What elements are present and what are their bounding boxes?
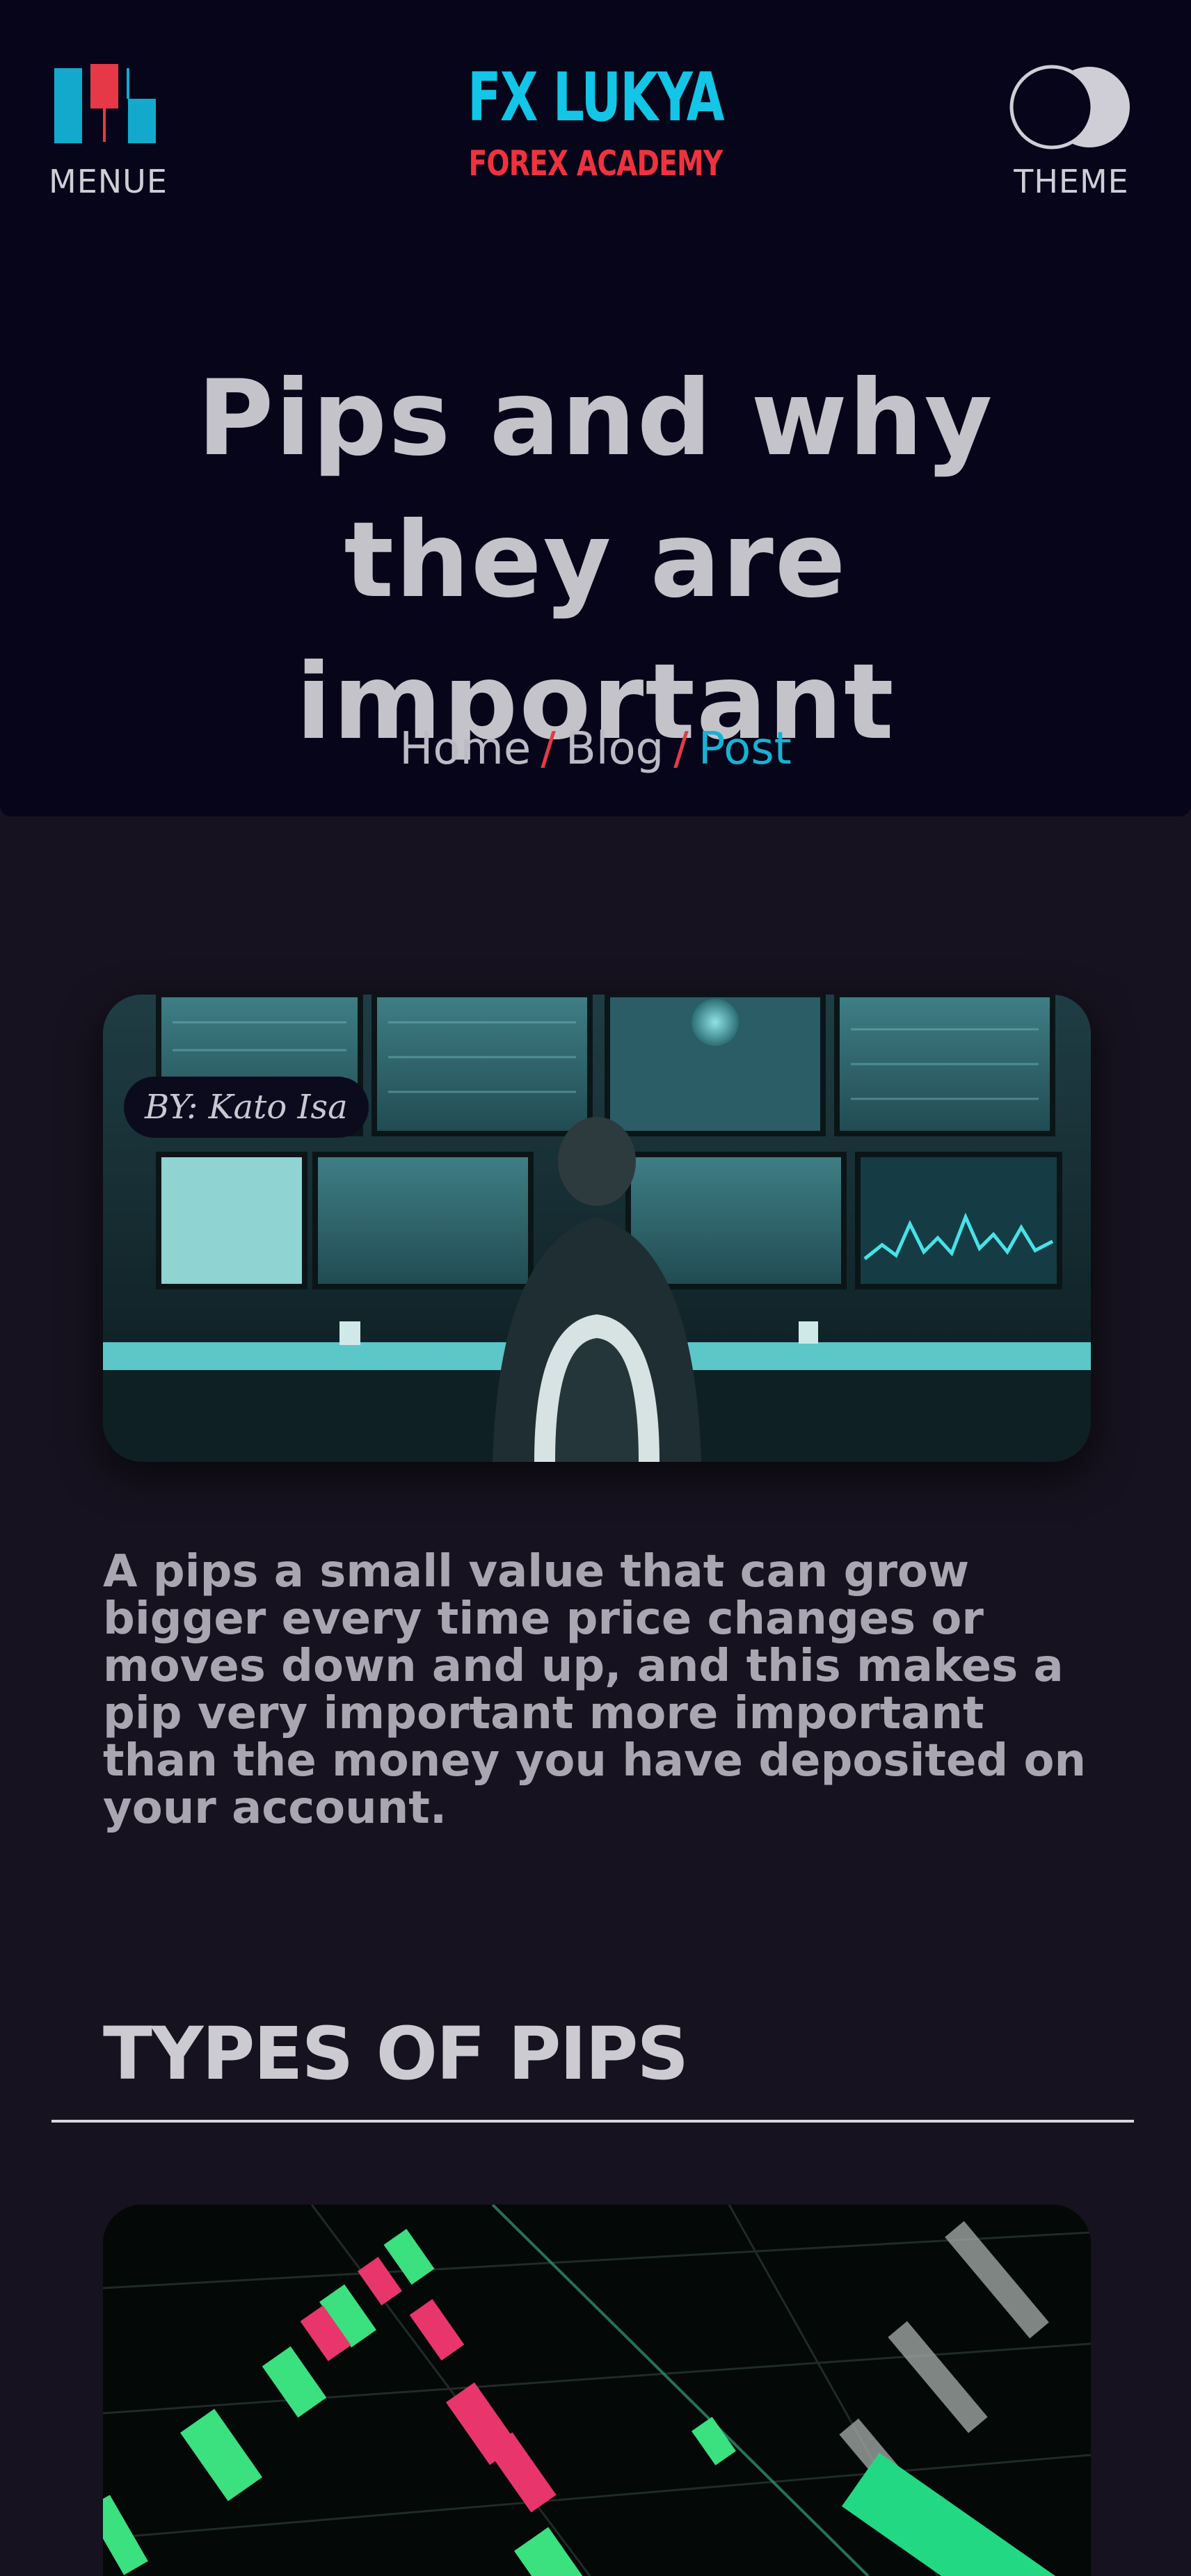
section-divider [51, 2120, 1134, 2123]
hero-header: MENUE FX LUKYA FOREX ACADEMY THEME Pips … [0, 0, 1191, 816]
breadcrumb-separator: / [673, 723, 689, 775]
brand-subtitle: FOREX ACADEMY [468, 143, 723, 184]
page-title: Pips and why they are important [197, 358, 994, 763]
section-heading-types-of-pips: TYPES OF PIPS [103, 2011, 689, 2096]
candlestick-chart-image [103, 2205, 1091, 2576]
candlestick-illustration [103, 2205, 1091, 2576]
breadcrumb-separator: / [541, 723, 556, 775]
theme-toggle-button[interactable]: THEME [1002, 64, 1141, 200]
breadcrumb: Home / Blog / Post [0, 723, 1191, 775]
breadcrumb-home[interactable]: Home [399, 723, 531, 775]
trader-desk-illustration [103, 995, 1091, 1462]
brand-title: FX LUKYA [467, 58, 724, 136]
theme-toggle-icon [1009, 65, 1130, 150]
author-badge: BY: Kato Isa [124, 1077, 369, 1138]
breadcrumb-current: Post [698, 723, 792, 775]
theme-label: THEME [1014, 163, 1129, 200]
article-lead-paragraph: A pips a small value that can grow bigge… [103, 1546, 1086, 1834]
featured-image-trader-desk: BY: Kato Isa [103, 995, 1091, 1462]
breadcrumb-blog[interactable]: Blog [566, 723, 664, 775]
